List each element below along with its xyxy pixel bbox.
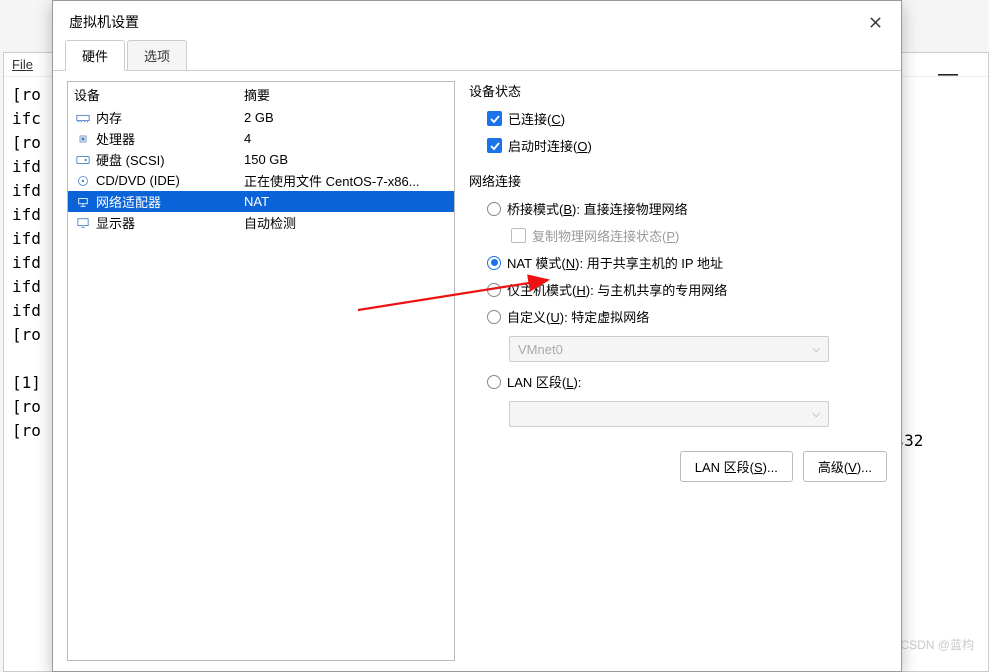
device-summary: 2 GB xyxy=(244,110,448,125)
file-menu[interactable]: File xyxy=(12,57,33,72)
tab-hardware[interactable]: 硬件 xyxy=(65,40,125,71)
device-label: 显示器 xyxy=(96,213,244,232)
lan-segment-radio[interactable]: LAN 区段(L): xyxy=(487,372,877,391)
button-row: LAN 区段(S)... 高级(V)... xyxy=(469,451,887,482)
cpu-icon xyxy=(74,131,92,147)
device-row[interactable]: 硬盘 (SCSI)150 GB xyxy=(68,149,454,170)
device-rows: 内存2 GB处理器4硬盘 (SCSI)150 GBCD/DVD (IDE)正在使… xyxy=(68,107,454,660)
radio-icon xyxy=(487,202,501,216)
dialog-title: 虚拟机设置 xyxy=(65,12,861,32)
chevron-down-icon: ⌵ xyxy=(812,409,820,420)
radio-icon xyxy=(487,310,501,324)
lan-segment-combo: ⌵ xyxy=(509,401,829,427)
watermark: CSDN @蓝枃 xyxy=(900,636,974,653)
disk-icon xyxy=(74,152,92,168)
connect-on-start-checkbox[interactable]: 启动时连接(O) xyxy=(487,136,877,155)
vmnet-value: VMnet0 xyxy=(518,342,563,357)
radio-icon xyxy=(487,375,501,389)
device-label: 内存 xyxy=(96,108,244,127)
vmnet-combo: VMnet0 ⌵ xyxy=(509,336,829,362)
checkbox-checked-icon xyxy=(487,138,502,153)
device-status-title: 设备状态 xyxy=(469,81,887,100)
device-row[interactable]: 显示器自动检测 xyxy=(68,212,454,233)
device-summary: 4 xyxy=(244,131,448,146)
display-icon xyxy=(74,215,92,231)
radio-checked-icon xyxy=(487,256,501,270)
checkbox-unchecked-icon xyxy=(511,228,526,243)
dialog-content: 设备 摘要 内存2 GB处理器4硬盘 (SCSI)150 GBCD/DVD (I… xyxy=(53,71,901,671)
device-label: 处理器 xyxy=(96,129,244,148)
device-summary: 自动检测 xyxy=(244,213,448,232)
device-row[interactable]: 处理器4 xyxy=(68,128,454,149)
device-row[interactable]: CD/DVD (IDE)正在使用文件 CentOS-7-x86... xyxy=(68,170,454,191)
replicate-checkbox: 复制物理网络连接状态(P) xyxy=(487,226,877,245)
custom-radio[interactable]: 自定义(U): 特定虚拟网络 xyxy=(487,307,877,326)
lan-segments-button[interactable]: LAN 区段(S)... xyxy=(680,451,793,482)
hostonly-radio[interactable]: 仅主机模式(H): 与主机共享的专用网络 xyxy=(487,280,877,299)
device-summary: 正在使用文件 CentOS-7-x86... xyxy=(244,171,448,190)
device-summary: 150 GB xyxy=(244,152,448,167)
device-row[interactable]: 内存2 GB xyxy=(68,107,454,128)
memory-icon xyxy=(74,110,92,126)
cd-icon xyxy=(74,173,92,189)
tab-options[interactable]: 选项 xyxy=(127,40,187,70)
bridge-radio[interactable]: 桥接模式(B): 直接连接物理网络 xyxy=(487,199,877,218)
nat-radio[interactable]: NAT 模式(N): 用于共享主机的 IP 地址 xyxy=(487,253,877,272)
device-summary: NAT xyxy=(244,194,448,209)
chevron-down-icon: ⌵ xyxy=(812,344,820,355)
device-list: 设备 摘要 内存2 GB处理器4硬盘 (SCSI)150 GBCD/DVD (I… xyxy=(67,81,455,661)
header-summary: 摘要 xyxy=(244,85,448,104)
network-icon xyxy=(74,194,92,210)
radio-icon xyxy=(487,283,501,297)
device-label: CD/DVD (IDE) xyxy=(96,173,244,188)
checkbox-checked-icon xyxy=(487,111,502,126)
tabstrip: 硬件 选项 xyxy=(53,43,901,71)
network-connection-group: 网络连接 桥接模式(B): 直接连接物理网络 复制物理网络连接状态(P) NAT… xyxy=(469,171,887,433)
device-list-header: 设备 摘要 xyxy=(68,82,454,107)
device-row[interactable]: 网络适配器NAT xyxy=(68,191,454,212)
vm-settings-dialog: 虚拟机设置 硬件 选项 设备 摘要 内存2 GB处理器4硬盘 (SCSI)150… xyxy=(52,0,902,672)
device-label: 硬盘 (SCSI) xyxy=(96,150,244,169)
network-connection-title: 网络连接 xyxy=(469,171,887,190)
titlebar[interactable]: 虚拟机设置 xyxy=(53,1,901,43)
advanced-button[interactable]: 高级(V)... xyxy=(803,451,887,482)
device-label: 网络适配器 xyxy=(96,192,244,211)
close-button[interactable] xyxy=(861,8,889,36)
minimize-icon[interactable]: — xyxy=(938,63,958,86)
header-device: 设备 xyxy=(74,85,244,104)
connected-checkbox[interactable]: 已连接(C) xyxy=(487,109,877,128)
close-icon xyxy=(869,16,882,29)
device-status-group: 设备状态 已连接(C) 启动时连接(O) xyxy=(469,81,887,159)
right-panel: 设备状态 已连接(C) 启动时连接(O) 网络连接 xyxy=(469,81,887,661)
